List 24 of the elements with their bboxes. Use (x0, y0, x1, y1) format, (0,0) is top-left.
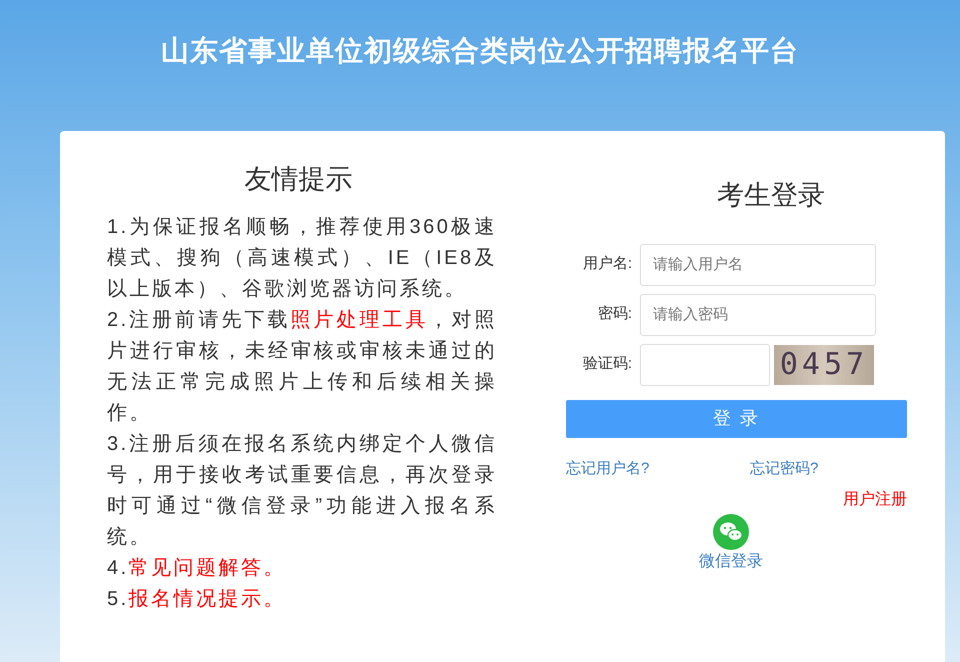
login-heading: 考生登录 (717, 179, 825, 212)
field-label: 用户名: (582, 254, 633, 274)
captcha-input[interactable] (640, 344, 770, 386)
tip-link[interactable]: 照片处理工具 (290, 308, 428, 330)
forgot-password-link[interactable]: 忘记密码? (750, 458, 818, 480)
tip-paragraph: 3.注册后须在报名系统内绑定个人微信号，用于接收考试重要信息，再次登录时可通过“微信登录”功能进入报名系统。 (107, 432, 497, 550)
chat-bubbles-icon[interactable] (713, 514, 749, 550)
field-label: 密码: (596, 304, 633, 324)
page-title: 山东省事业单位初级综合类岗位公开招聘报名平台 (161, 34, 799, 68)
text-input[interactable]: 请输入密码 (640, 294, 876, 336)
forgot-username-link[interactable]: 忘记用户名? (566, 458, 750, 480)
register-link[interactable]: 用户注册 (843, 488, 907, 512)
tip-link[interactable]: 报名情况提示。 (128, 588, 286, 610)
tip-paragraph: 2.注册前请先下载 照片处理工具，对照片进行审核，未经审核或审核未通过的无法正常完成照片上传和后续相关操作。 (107, 308, 497, 426)
tip-link[interactable]: 常见问题解答。 (128, 556, 286, 578)
captcha-image[interactable]: 0457 (774, 344, 874, 384)
text-input[interactable]: 请输入用户名 (640, 244, 876, 286)
tip-paragraph: 1.为保证报名顺畅，推荐使用360极速模式、搜狗（高速模式）、IE（IE8及以上版本）、谷歌浏览器访问系统。 (107, 214, 497, 302)
wechat-login-link[interactable]: 微信登录 (699, 550, 763, 574)
field-label: 验证码: (582, 354, 633, 374)
tips-heading: 友情提示 (244, 163, 352, 196)
tip-paragraph: 5.报名情况提示。 (107, 586, 288, 612)
tip-paragraph: 4.常见问题解答。 (107, 556, 288, 580)
login-button[interactable]: 登 录 (566, 400, 907, 438)
